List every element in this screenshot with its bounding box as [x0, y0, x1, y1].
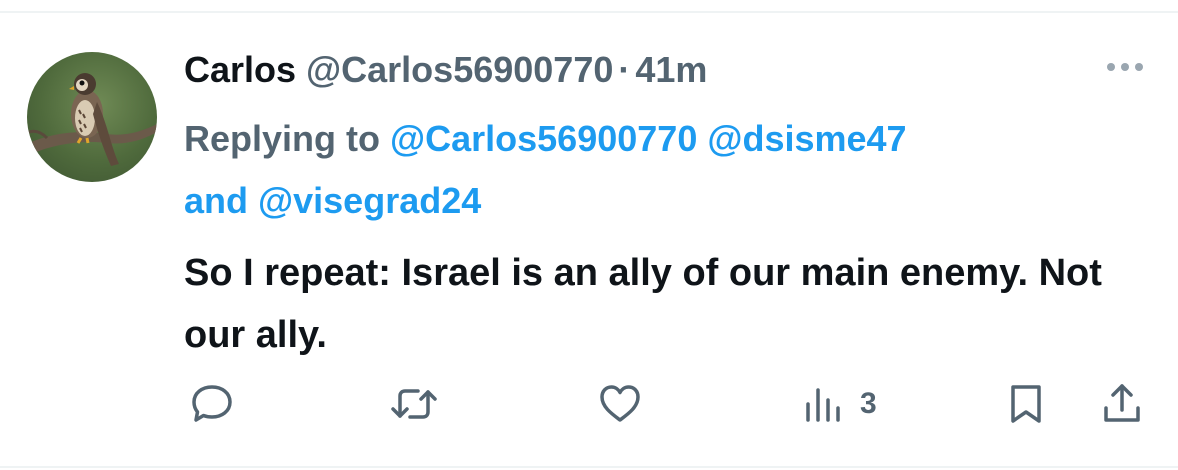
more-options-button[interactable]	[1100, 52, 1150, 82]
views-button[interactable]: 3	[800, 380, 877, 428]
separator-dot: ·	[618, 49, 631, 90]
bottom-divider	[0, 466, 1178, 468]
falcon-avatar-image	[27, 73, 157, 166]
retweet-button[interactable]	[388, 380, 440, 428]
bookmark-icon	[1011, 385, 1041, 423]
heart-icon	[600, 385, 640, 422]
more-dots-icon	[1107, 63, 1143, 71]
timestamp[interactable]: 41m	[635, 49, 707, 90]
mention-link[interactable]: @dsisme47	[707, 118, 906, 159]
views-chart-icon	[806, 388, 840, 422]
share-icon	[1104, 384, 1140, 422]
tweet-header: Carlos @Carlos56900770 · 41m	[184, 48, 707, 92]
like-button[interactable]	[596, 380, 644, 428]
user-handle[interactable]: @Carlos56900770	[306, 49, 613, 90]
avatar[interactable]	[27, 52, 157, 182]
views-count: 3	[860, 387, 877, 420]
reply-icon	[192, 385, 232, 422]
display-name[interactable]: Carlos	[184, 49, 296, 90]
top-divider	[0, 11, 1178, 13]
retweet-icon	[391, 389, 437, 419]
replying-to-line: Replying to @Carlos56900770 @dsisme47 an…	[184, 108, 1144, 232]
bookmark-button[interactable]	[1002, 380, 1050, 428]
mention-joiner: and	[184, 180, 249, 221]
replying-prefix: Replying to	[184, 118, 380, 159]
reply-button[interactable]	[188, 380, 236, 428]
mention-link[interactable]: @Carlos56900770	[390, 118, 697, 159]
tweet-text: So I repeat: Israel is an ally of our ma…	[184, 252, 1102, 356]
share-button[interactable]	[1098, 380, 1146, 428]
mention-link[interactable]: @visegrad24	[258, 180, 481, 221]
